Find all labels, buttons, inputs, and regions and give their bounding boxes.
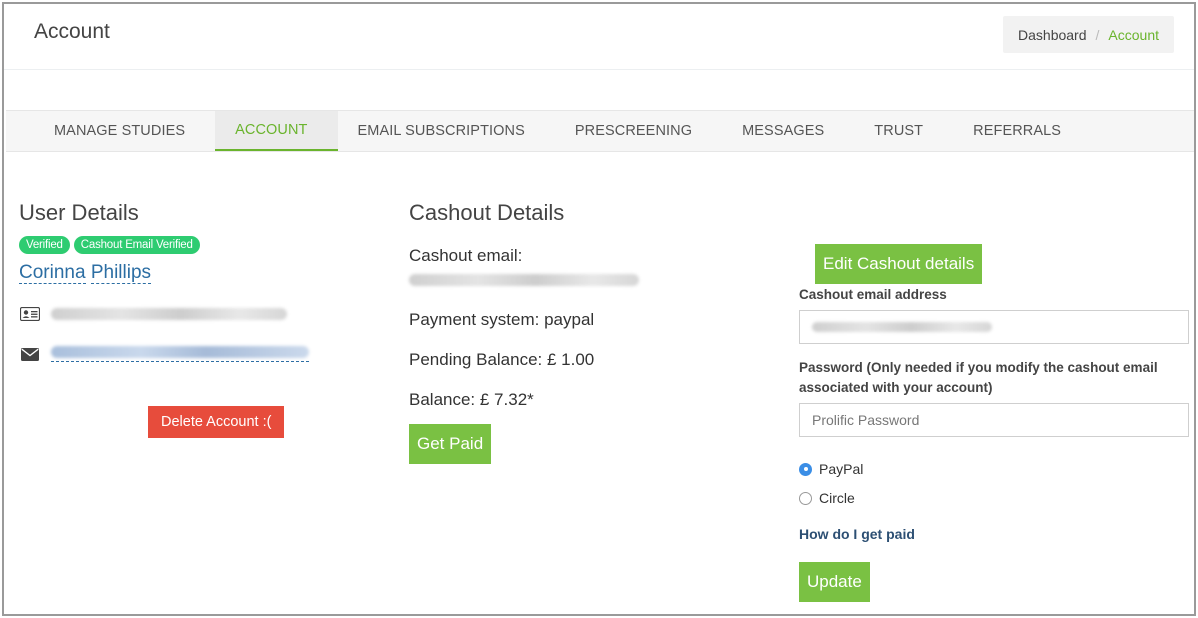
page-title: Account <box>34 20 110 43</box>
user-last-name[interactable]: Phillips <box>90 262 152 284</box>
delete-account-button[interactable]: Delete Account :( <box>148 406 285 438</box>
tab-bar: MANAGE STUDIES ACCOUNT EMAIL SUBSCRIPTIO… <box>6 110 1194 152</box>
cashout-email-input[interactable] <box>799 310 1189 344</box>
user-email-row <box>19 346 379 362</box>
user-id-row <box>19 306 379 322</box>
app-frame: Account Dashboard / Account MANAGE STUDI… <box>2 2 1196 616</box>
tab-referrals[interactable]: REFERRALS <box>948 111 1086 151</box>
user-name[interactable]: Corinna Phillips <box>19 262 379 284</box>
user-email-link[interactable] <box>51 346 309 362</box>
user-details-heading: User Details <box>19 200 139 225</box>
cashout-email-input-redacted <box>812 322 992 332</box>
id-card-icon <box>19 306 41 322</box>
get-paid-button[interactable]: Get Paid <box>409 424 492 464</box>
verified-badge: Verified <box>19 236 70 254</box>
tab-prescreening[interactable]: PRESCREENING <box>550 111 717 151</box>
page-header: Account Dashboard / Account <box>4 4 1194 70</box>
user-details-section: User Details Verified Cashout Email Veri… <box>19 200 379 438</box>
password-label: Password (Only needed if you modify the … <box>799 360 1158 395</box>
how-do-i-get-paid-link[interactable]: How do I get paid <box>799 526 1192 542</box>
balance-text: Balance: £ 7.32* <box>409 390 534 409</box>
circle-radio-label: Circle <box>819 490 855 506</box>
tab-email-subscriptions[interactable]: EMAIL SUBSCRIPTIONS <box>338 111 550 151</box>
envelope-icon <box>19 346 41 362</box>
cashout-details-section: Cashout Details Cashout email: Payment s… <box>409 200 769 464</box>
tab-manage-studies[interactable]: MANAGE STUDIES <box>6 111 215 151</box>
edit-cashout-form: Edit Cashout details Cashout email addre… <box>799 244 1192 602</box>
cashout-email-verified-badge: Cashout Email Verified <box>73 236 200 254</box>
password-input[interactable]: Prolific Password <box>799 403 1189 437</box>
tab-account[interactable]: ACCOUNT <box>215 111 338 151</box>
breadcrumb: Dashboard / Account <box>1003 16 1174 53</box>
breadcrumb-dashboard-link[interactable]: Dashboard <box>1018 27 1087 43</box>
cashout-email-label: Cashout email: <box>409 246 523 265</box>
circle-radio[interactable] <box>799 491 812 505</box>
edit-cashout-details-button[interactable]: Edit Cashout details <box>815 244 983 284</box>
tab-messages[interactable]: MESSAGES <box>717 111 849 151</box>
radio-option-circle[interactable]: Circle <box>799 490 1192 506</box>
breadcrumb-current: Account <box>1108 26 1159 43</box>
paypal-radio[interactable] <box>799 462 812 476</box>
user-first-name[interactable]: Corinna <box>19 262 86 284</box>
cashout-details-heading: Cashout Details <box>409 200 565 225</box>
pending-balance-text: Pending Balance: £ 1.00 <box>409 350 595 369</box>
password-placeholder: Prolific Password <box>812 412 920 428</box>
badge-group: Verified Cashout Email Verified <box>19 236 379 254</box>
user-id-redacted <box>51 308 287 320</box>
radio-option-paypal[interactable]: PayPal <box>799 461 1192 477</box>
user-email-redacted <box>51 346 309 358</box>
tab-trust[interactable]: TRUST <box>849 111 948 151</box>
cashout-email-address-label: Cashout email address <box>799 287 947 302</box>
breadcrumb-separator: / <box>1095 26 1100 43</box>
paypal-radio-label: PayPal <box>819 461 864 477</box>
update-button[interactable]: Update <box>799 562 870 602</box>
payment-system-text: Payment system: paypal <box>409 310 595 329</box>
cashout-email-redacted <box>409 274 639 286</box>
